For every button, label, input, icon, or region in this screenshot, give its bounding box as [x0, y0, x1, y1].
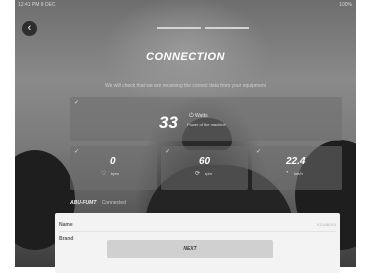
check-icon: ✓: [256, 149, 262, 155]
power-icon: ⏻: [189, 113, 194, 119]
check-icon: ✓: [74, 149, 80, 155]
cadence-value: 60: [199, 156, 211, 167]
chevron-left-icon: ‹: [27, 22, 32, 34]
speed-unit: km/h: [294, 171, 303, 176]
status-bar: 12:41 PM 8 DEC 100%: [15, 0, 356, 10]
status-battery: 100%: [339, 2, 352, 8]
heart-icon: ♡: [101, 171, 107, 177]
detail-brand-label: Brand: [59, 236, 74, 242]
device-status: Connected: [101, 200, 126, 206]
cadence-unit: rpm: [205, 171, 212, 176]
cadence-card: ✓: [161, 146, 248, 190]
progress-step-2: [205, 27, 249, 29]
check-icon: ✓: [74, 100, 80, 106]
progress-step-1: [157, 27, 201, 29]
speed-card: ✓: [252, 146, 342, 190]
check-icon: ✓: [165, 149, 171, 155]
speed-value: 22.4: [286, 156, 306, 167]
page-subtitle: We will check that we are receiving the …: [104, 83, 267, 89]
device-name: ABU-FUMT: [70, 200, 97, 206]
back-button[interactable]: ‹: [22, 21, 37, 36]
speed-icon: ◔: [285, 170, 289, 176]
power-label: Power of the machine: [187, 122, 226, 127]
heart-rate-card: ✓: [70, 146, 157, 190]
device-row: ABU-FUMT Connected: [70, 200, 126, 206]
status-time: 12:41 PM 8 DEC: [18, 2, 56, 8]
power-unit: Watts: [195, 113, 208, 119]
cadence-icon: ⟳: [195, 171, 201, 177]
power-card: ✓: [70, 97, 342, 141]
detail-name-label: Name: [59, 222, 73, 228]
power-value: 33: [159, 113, 178, 132]
heart-rate-value: 0: [110, 156, 116, 167]
page-title: CONNECTION: [146, 51, 225, 63]
panel-divider: [59, 231, 336, 232]
next-button[interactable]: NEXT: [107, 240, 273, 258]
detail-name-value: KCUBER3: [317, 222, 336, 227]
heart-rate-unit: bpm: [111, 171, 119, 176]
